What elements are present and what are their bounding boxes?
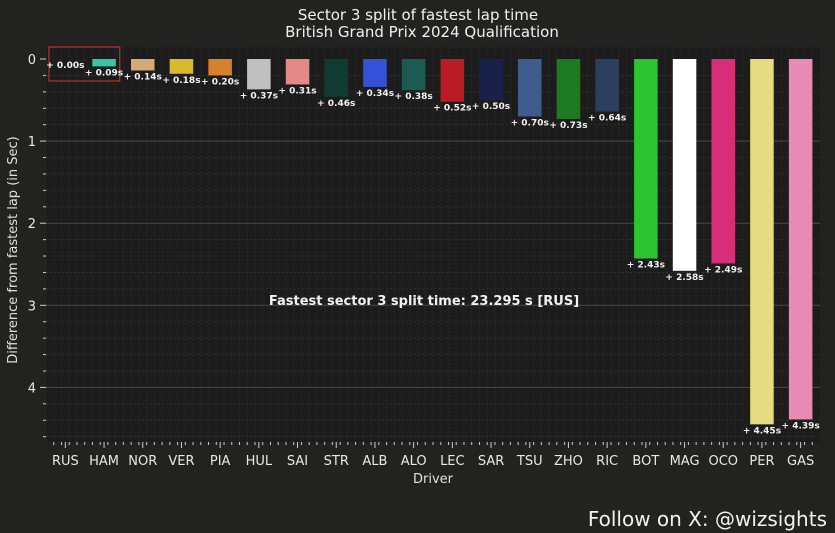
x-tick-label-str: STR <box>324 454 349 469</box>
x-tick-label-pia: PIA <box>210 454 231 469</box>
x-tick-label-rus: RUS <box>52 454 79 469</box>
bar-label-nor: + 0.14s <box>124 72 162 82</box>
bar-gas <box>788 59 813 420</box>
bar-label-oco: + 2.49s <box>704 265 742 275</box>
sector-split-chart: + 0.00s+ 0.09s + 0.14s + 0.18s + 0.20s+ 0.3… <box>0 0 835 533</box>
bar-ver <box>169 59 194 74</box>
x-tick-label-alo: ALO <box>401 454 427 469</box>
chart-title: Sector 3 split of fastest lap time <box>298 6 538 24</box>
bar-mag <box>672 59 697 271</box>
y-tick-label: 4 <box>28 381 36 396</box>
y-tick-label: 3 <box>28 299 36 314</box>
x-tick-label-mag: MAG <box>670 454 700 469</box>
bar-str <box>324 59 348 97</box>
bar-alo <box>401 59 426 91</box>
y-tick-label: 2 <box>28 217 36 232</box>
bar-label-str: + 0.46s <box>317 99 355 109</box>
bar-oco <box>711 59 735 264</box>
bar-hul <box>247 59 271 90</box>
bar-per <box>750 59 774 425</box>
bar-ham <box>92 59 116 67</box>
bar-label-gas: + 4.39s <box>782 421 820 431</box>
bar-label-alo: + 0.38s <box>395 92 433 102</box>
x-tick-label-gas: GAS <box>787 454 814 469</box>
x-tick-label-oco: OCO <box>708 454 738 469</box>
bar-label-hul: + 0.37s <box>240 91 278 101</box>
x-tick-label-ric: RIC <box>596 454 618 469</box>
y-tick-label: 0 <box>28 53 36 68</box>
bar-sai <box>285 59 310 85</box>
bar-label-bot: + 2.43s <box>627 261 665 271</box>
credit-text: Follow on X: @wizsights <box>588 507 827 531</box>
x-tick-label-per: PER <box>749 454 774 469</box>
x-tick-label-alb: ALB <box>362 454 387 469</box>
bar-pia <box>208 59 232 76</box>
x-tick-label-tsu: TSU <box>516 454 543 469</box>
x-tick-label-ham: HAM <box>89 454 119 469</box>
y-tick-label: 1 <box>28 135 36 150</box>
x-tick-label-hul: HUL <box>246 454 273 469</box>
bar-alb <box>363 59 387 87</box>
x-tick-label-sai: SAI <box>287 454 308 469</box>
bar-label-ham: + 0.09s <box>85 68 123 78</box>
x-axis-label: Driver <box>413 472 454 487</box>
bar-label-per: + 4.45s <box>743 426 781 436</box>
bar-label-mag: + 2.58s <box>665 273 703 283</box>
bar-lec <box>440 59 465 102</box>
chart-subtitle: British Grand Prix 2024 Qualification <box>285 23 559 41</box>
bar-tsu <box>518 59 542 117</box>
bar-label-pia: + 0.20s <box>201 77 239 87</box>
bar-label-sai: + 0.31s <box>278 86 316 96</box>
x-tick-label-nor: NOR <box>128 454 157 469</box>
x-tick-label-sar: SAR <box>478 454 504 469</box>
bar-nor <box>131 59 155 71</box>
x-tick-label-lec: LEC <box>440 454 465 469</box>
fastest-split-annotation: Fastest sector 3 split time: 23.295 s [R… <box>269 294 579 309</box>
bar-sar <box>479 59 503 101</box>
x-tick-label-ver: VER <box>168 454 194 469</box>
bar-label-rus: + 0.00s <box>46 61 84 71</box>
x-tick-label-zho: ZHO <box>554 454 583 469</box>
x-tick-label-bot: BOT <box>632 454 659 469</box>
y-axis-label: Difference from fastest lap (in Sec) <box>6 136 21 363</box>
bar-label-tsu: + 0.70s <box>511 118 549 128</box>
bar-ric <box>595 59 619 112</box>
bar-label-sar: + 0.50s <box>472 102 510 112</box>
bar-bot <box>634 59 658 259</box>
bar-label-ric: + 0.64s <box>588 114 626 124</box>
bar-label-alb: + 0.34s <box>356 89 394 99</box>
bar-label-lec: + 0.52s <box>433 104 471 114</box>
bar-zho <box>556 59 581 119</box>
bar-label-ver: + 0.18s <box>162 76 200 86</box>
bar-label-zho: + 0.73s <box>549 121 587 131</box>
